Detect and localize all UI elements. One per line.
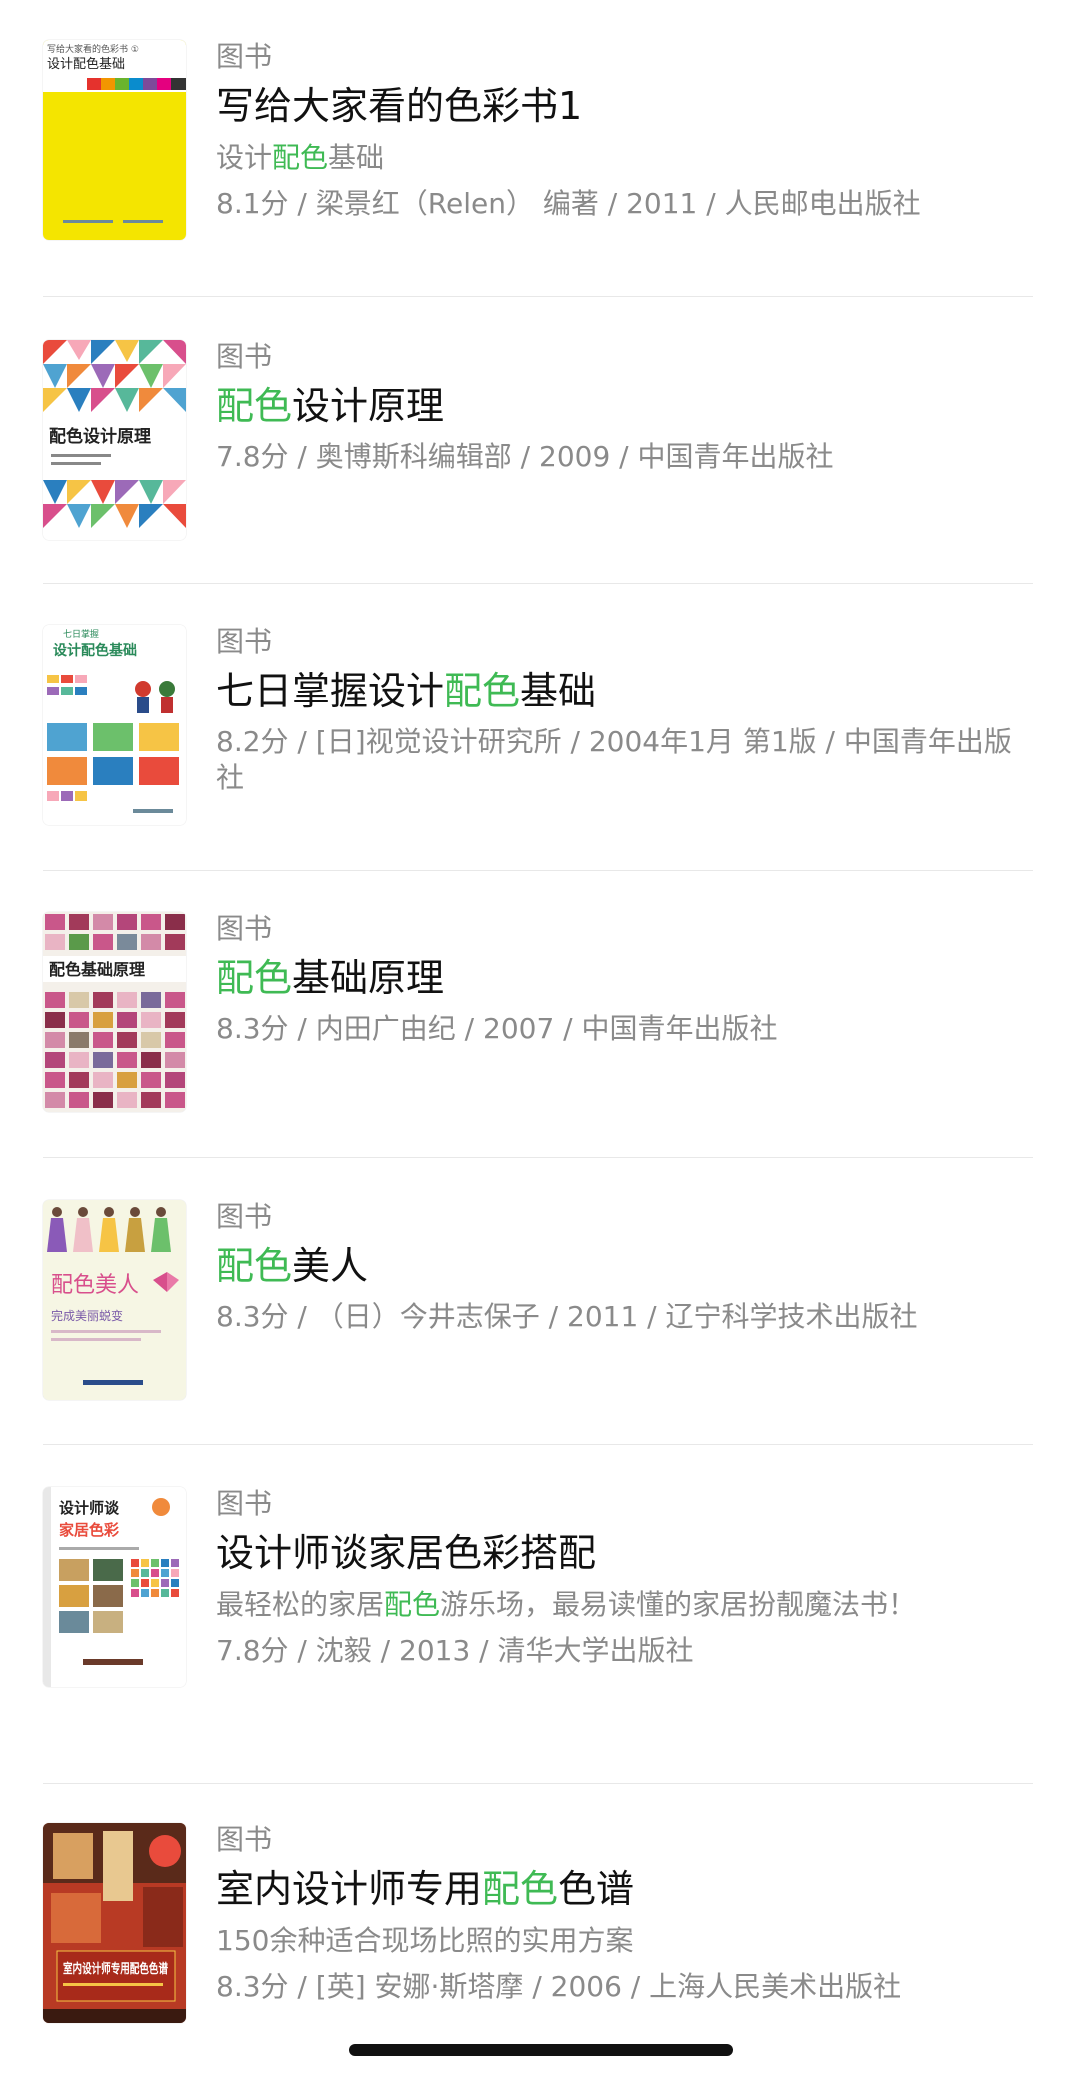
item-meta: 7.8分 / 沈毅 / 2013 / 清华大学出版社 (216, 1634, 694, 1667)
item-meta: 8.3分 / （日）今井志保子 / 2011 / 辽宁科学技术出版社 (216, 1300, 918, 1333)
result-text: 图书 配色设计原理 7.8分 / 奥博斯科编辑部 / 2009 / 中国青年出版… (216, 340, 1036, 475)
list-item[interactable]: 七日掌握 设计配色基础 图书 七日掌握设计配色基础 8.2分 / [日]视觉设计… (43, 625, 1033, 825)
result-text: 图书 室内设计师专用配色色谱 150余种适合现场比照的实用方案 8.3分 / [… (216, 1823, 1036, 2005)
cover-series: 七日掌握 (63, 628, 99, 640)
cover-tagline: 完成美丽蜕变 (51, 1308, 123, 1323)
item-type-label: 图书 (216, 1487, 273, 1520)
divider (43, 1444, 1033, 1445)
result-text: 图书 七日掌握设计配色基础 8.2分 / [日]视觉设计研究所 / 2004年1… (216, 625, 1036, 796)
item-title[interactable]: 配色设计原理 (216, 383, 1036, 429)
result-text: 图书 配色基础原理 8.3分 / 内田广由纪 / 2007 / 中国青年出版社 (216, 912, 1036, 1047)
item-title[interactable]: 设计师谈家居色彩搭配 (216, 1530, 1036, 1576)
cover-series: 设计师谈 (59, 1499, 120, 1517)
item-type-label: 图书 (216, 1200, 273, 1233)
item-meta: 8.3分 / [英] 安娜·斯塔摩 / 2006 / 上海人民美术出版社 (216, 1970, 902, 2003)
item-meta: 7.8分 / 奥博斯科编辑部 / 2009 / 中国青年出版社 (216, 440, 834, 473)
result-text: 图书 写给大家看的色彩书1 设计配色基础 8.1分 / 梁景红（Relen） 编… (216, 40, 1036, 222)
cover-title: 配色美人 (51, 1273, 139, 1298)
cover-title: 配色基础原理 (49, 960, 145, 979)
item-title[interactable]: 七日掌握设计配色基础 (216, 668, 1036, 714)
result-text: 图书 配色美人 8.3分 / （日）今井志保子 / 2011 / 辽宁科学技术出… (216, 1200, 1036, 1335)
cover-title: 配色设计原理 (49, 426, 151, 447)
book-cover: 配色设计原理 (43, 340, 186, 540)
item-title[interactable]: 配色基础原理 (216, 955, 1036, 1001)
cover-title: 设计配色基础 (53, 642, 137, 659)
item-title[interactable]: 写给大家看的色彩书1 (216, 83, 1036, 129)
cover-series: 写给大家看的色彩书 ① (47, 43, 139, 55)
list-item[interactable]: 配色基础原理 图书 配色基础原理 8.3分 / 内田广由纪 / 2007 / 中… (43, 912, 1033, 1112)
divider (43, 296, 1033, 297)
item-subtitle: 最轻松的家居配色游乐场，最易读懂的家居扮靓魔法书！ (216, 1588, 917, 1621)
list-item[interactable]: 设计师谈 家居色彩 图书 设计师谈家居色彩搭配 最轻松的家居配色游乐场，最易读懂… (43, 1487, 1033, 1687)
list-item[interactable]: 写给大家看的色彩书 ① 设计配色基础 图书 写给大家看的色彩书1 设计配色基础 … (43, 40, 1033, 240)
item-subtitle: 设计配色基础 (216, 141, 385, 174)
item-subtitle: 150余种适合现场比照的实用方案 (216, 1924, 634, 1957)
divider (43, 1783, 1033, 1784)
item-meta: 8.3分 / 内田广由纪 / 2007 / 中国青年出版社 (216, 1012, 778, 1045)
item-type-label: 图书 (216, 625, 273, 658)
result-text: 图书 设计师谈家居色彩搭配 最轻松的家居配色游乐场，最易读懂的家居扮靓魔法书！ … (216, 1487, 1036, 1669)
book-cover: 室内设计师专用配色色谱 (43, 1823, 186, 2023)
divider (43, 870, 1033, 871)
list-item[interactable]: 配色设计原理 图书 配色设计原理 7.8分 / 奥博斯科编辑部 / 2009 /… (43, 340, 1033, 540)
item-title[interactable]: 配色美人 (216, 1243, 1036, 1289)
item-meta: 8.1分 / 梁景红（Relen） 编著 / 2011 / 人民邮电出版社 (216, 187, 921, 220)
book-cover: 设计师谈 家居色彩 (43, 1487, 186, 1687)
list-item[interactable]: 配色美人 完成美丽蜕变 图书 配色美人 8.3分 / （日）今井志保子 / 20… (43, 1200, 1033, 1400)
divider (43, 1157, 1033, 1158)
item-type-label: 图书 (216, 40, 273, 73)
item-type-label: 图书 (216, 1823, 273, 1856)
list-item[interactable]: 室内设计师专用配色色谱 图书 室内设计师专用配色色谱 150余种适合现场比照的实… (43, 1823, 1033, 2033)
divider (43, 583, 1033, 584)
cover-title: 设计配色基础 (47, 56, 125, 72)
book-cover: 写给大家看的色彩书 ① 设计配色基础 (43, 40, 186, 240)
item-title[interactable]: 室内设计师专用配色色谱 (216, 1866, 1036, 1912)
cover-title: 室内设计师专用配色色谱 (63, 1961, 168, 1977)
book-cover: 配色基础原理 (43, 912, 186, 1112)
item-meta: 8.2分 / [日]视觉设计研究所 / 2004年1月 第1版 / 中国青年出版… (216, 725, 1012, 794)
cover-title: 家居色彩 (59, 1521, 119, 1539)
book-cover: 七日掌握 设计配色基础 (43, 625, 186, 825)
item-type-label: 图书 (216, 912, 273, 945)
home-indicator[interactable] (349, 2044, 733, 2056)
item-type-label: 图书 (216, 340, 273, 373)
book-cover: 配色美人 完成美丽蜕变 (43, 1200, 186, 1400)
